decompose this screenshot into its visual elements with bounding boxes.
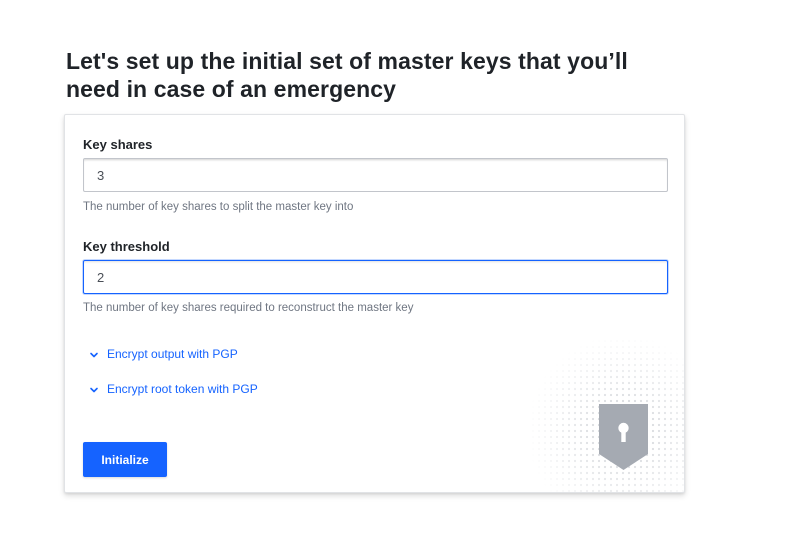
key-threshold-label: Key threshold — [83, 239, 170, 254]
init-form-card: Key shares The number of key shares to s… — [64, 114, 685, 493]
chevron-down-icon — [89, 349, 99, 359]
key-shares-label: Key shares — [83, 137, 153, 152]
page-title: Let's set up the initial set of master k… — [66, 48, 628, 102]
encrypt-output-pgp-label: Encrypt output with PGP — [107, 347, 238, 361]
encrypt-output-pgp-toggle[interactable]: Encrypt output with PGP — [89, 347, 238, 361]
shield-keyhole-icon — [524, 332, 684, 492]
page: Let's set up the initial set of master k… — [0, 0, 791, 556]
encrypt-root-token-pgp-label: Encrypt root token with PGP — [107, 382, 258, 396]
key-shares-help: The number of key shares to split the ma… — [83, 201, 354, 213]
initialize-button[interactable]: Initialize — [83, 442, 167, 477]
chevron-down-icon — [89, 384, 99, 394]
key-threshold-input[interactable] — [83, 260, 668, 294]
encrypt-root-token-pgp-toggle[interactable]: Encrypt root token with PGP — [89, 382, 258, 396]
key-threshold-help: The number of key shares required to rec… — [83, 302, 414, 314]
key-shares-input[interactable] — [83, 158, 668, 192]
